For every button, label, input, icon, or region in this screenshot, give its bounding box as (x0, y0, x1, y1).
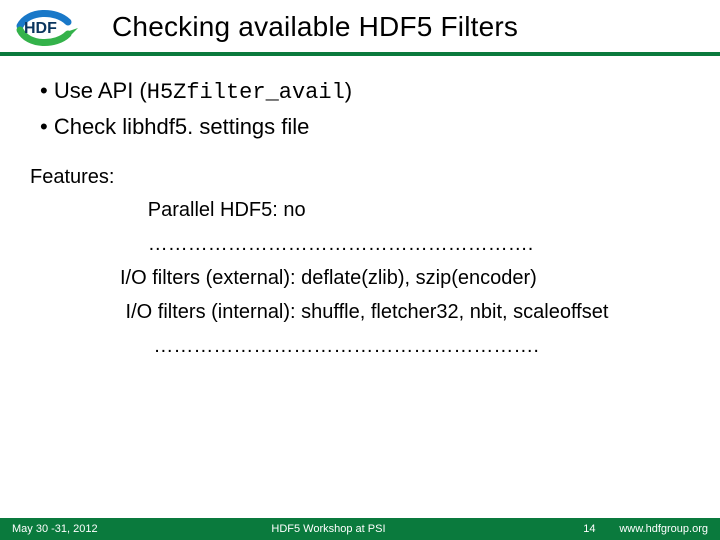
feature-internal-filters: I/O filters (internal): shuffle, fletche… (120, 295, 690, 329)
bullet-2: Check libhdf5. settings file (40, 110, 690, 144)
page-title: Checking available HDF5 Filters (112, 11, 518, 43)
body: Use API (H5Zfilter_avail) Check libhdf5.… (0, 56, 720, 363)
bullet-1-suffix: ) (345, 78, 352, 103)
features-label: Features: (30, 162, 690, 193)
dots-2: …………………………………………………. (120, 329, 690, 363)
bullet-1-code: H5Zfilter_avail (147, 80, 345, 105)
footer-date: May 30 -31, 2012 (12, 523, 98, 535)
feature-parallel: Parallel HDF5: no (120, 193, 690, 227)
bullet-1: Use API (H5Zfilter_avail) (40, 74, 690, 110)
features-block: Parallel HDF5: no …………………………………………………. I… (30, 193, 690, 363)
svg-text:HDF: HDF (24, 20, 57, 37)
footer-url: www.hdfgroup.org (619, 523, 708, 535)
footer-page-number: 14 (559, 523, 619, 535)
header: HDF Checking available HDF5 Filters (0, 0, 720, 52)
bullet-1-prefix: Use API ( (54, 78, 147, 103)
bullet-list: Use API (H5Zfilter_avail) Check libhdf5.… (30, 74, 690, 144)
slide: HDF Checking available HDF5 Filters Use … (0, 0, 720, 540)
footer-center: HDF5 Workshop at PSI (98, 523, 560, 535)
feature-external-filters: I/O filters (external): deflate(zlib), s… (120, 261, 690, 295)
footer: May 30 -31, 2012 HDF5 Workshop at PSI 14… (0, 518, 720, 540)
hdf-logo: HDF (10, 6, 92, 48)
dots-1: …………………………………………………. (120, 227, 690, 261)
